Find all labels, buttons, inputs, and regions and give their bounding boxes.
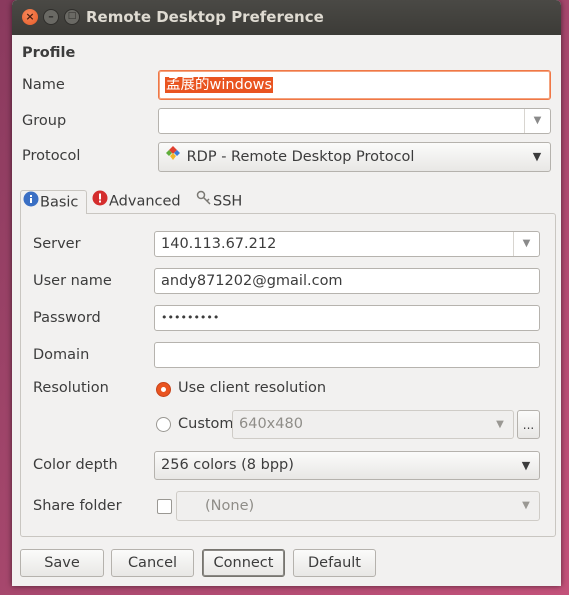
name-field[interactable]: 孟展的windows — [158, 70, 551, 100]
protocol-combo[interactable]: RDP - Remote Desktop Protocol ▼ — [158, 142, 551, 172]
tab-advanced-label: Advanced — [109, 193, 181, 210]
use-client-resolution-radio[interactable] — [156, 382, 171, 397]
close-window-button[interactable]: × — [22, 9, 38, 25]
custom-resolution-label[interactable]: Custom — [178, 416, 234, 432]
key-icon — [196, 190, 212, 213]
profile-section-title: Profile — [22, 45, 76, 61]
use-client-resolution-label[interactable]: Use client resolution — [178, 380, 326, 396]
cancel-button[interactable]: Cancel — [111, 549, 194, 577]
group-combo[interactable]: ▼ — [158, 108, 551, 134]
share-folder-checkbox[interactable] — [157, 499, 172, 514]
name-label: Name — [22, 77, 65, 93]
maximize-window-button[interactable]: □ — [64, 9, 80, 25]
custom-resolution-arrow-icon: ▼ — [496, 419, 504, 430]
password-field[interactable]: ••••••••• — [154, 305, 540, 331]
username-value: andy871202@gmail.com — [161, 273, 343, 289]
tab-basic[interactable]: Basic — [20, 190, 87, 214]
title-bar: × – □ Remote Desktop Preference — [12, 0, 561, 35]
tab-basic-label: Basic — [40, 194, 79, 211]
share-folder-chooser[interactable]: (None) ▼ — [176, 491, 540, 521]
rdp-protocol-icon — [165, 143, 181, 171]
protocol-dropdown-arrow-icon: ▼ — [532, 150, 542, 163]
basic-tab-panel — [20, 213, 556, 537]
password-label: Password — [33, 310, 101, 326]
warning-icon — [92, 190, 108, 213]
server-label: Server — [33, 236, 81, 252]
group-label: Group — [22, 113, 67, 129]
share-folder-arrow-icon: ▼ — [522, 500, 530, 511]
minimize-window-button[interactable]: – — [43, 9, 59, 25]
password-value: ••••••••• — [161, 311, 220, 324]
dialog-button-bar: Save Cancel Connect Default — [12, 542, 561, 586]
group-dropdown-arrow-icon[interactable]: ▼ — [524, 109, 550, 133]
default-button[interactable]: Default — [293, 549, 376, 577]
server-value: 140.113.67.212 — [161, 236, 277, 252]
color-depth-arrow-icon: ▼ — [521, 459, 531, 472]
custom-resolution-radio[interactable] — [156, 417, 171, 432]
protocol-value: RDP - Remote Desktop Protocol — [186, 149, 415, 165]
username-label: User name — [33, 273, 112, 289]
info-icon — [23, 191, 39, 214]
tab-ssh[interactable]: SSH — [194, 190, 254, 214]
server-combo[interactable]: 140.113.67.212 ▼ — [154, 231, 540, 257]
username-field[interactable]: andy871202@gmail.com — [154, 268, 540, 294]
custom-resolution-value: 640x480 — [239, 416, 303, 432]
color-depth-label: Color depth — [33, 457, 118, 473]
custom-resolution-combo[interactable]: 640x480 ▼ — [232, 410, 514, 439]
window-title: Remote Desktop Preference — [86, 8, 324, 26]
share-folder-label: Share folder — [33, 498, 122, 514]
color-depth-value: 256 colors (8 bpp) — [161, 457, 294, 473]
save-button[interactable]: Save — [20, 549, 104, 577]
domain-field[interactable] — [154, 342, 540, 368]
connect-button[interactable]: Connect — [202, 549, 285, 577]
resolution-label: Resolution — [33, 380, 109, 396]
preference-window: × – □ Remote Desktop Preference Profile … — [12, 0, 561, 586]
custom-resolution-more-button[interactable]: ... — [517, 410, 540, 439]
share-folder-value: (None) — [205, 498, 255, 514]
name-selected-text: 孟展的windows — [165, 77, 274, 93]
color-depth-combo[interactable]: 256 colors (8 bpp) ▼ — [154, 451, 540, 480]
tab-advanced[interactable]: Advanced — [90, 190, 190, 214]
protocol-label: Protocol — [22, 148, 81, 164]
domain-label: Domain — [33, 347, 90, 363]
server-dropdown-arrow-icon[interactable]: ▼ — [513, 232, 539, 256]
tab-ssh-label: SSH — [213, 193, 243, 210]
